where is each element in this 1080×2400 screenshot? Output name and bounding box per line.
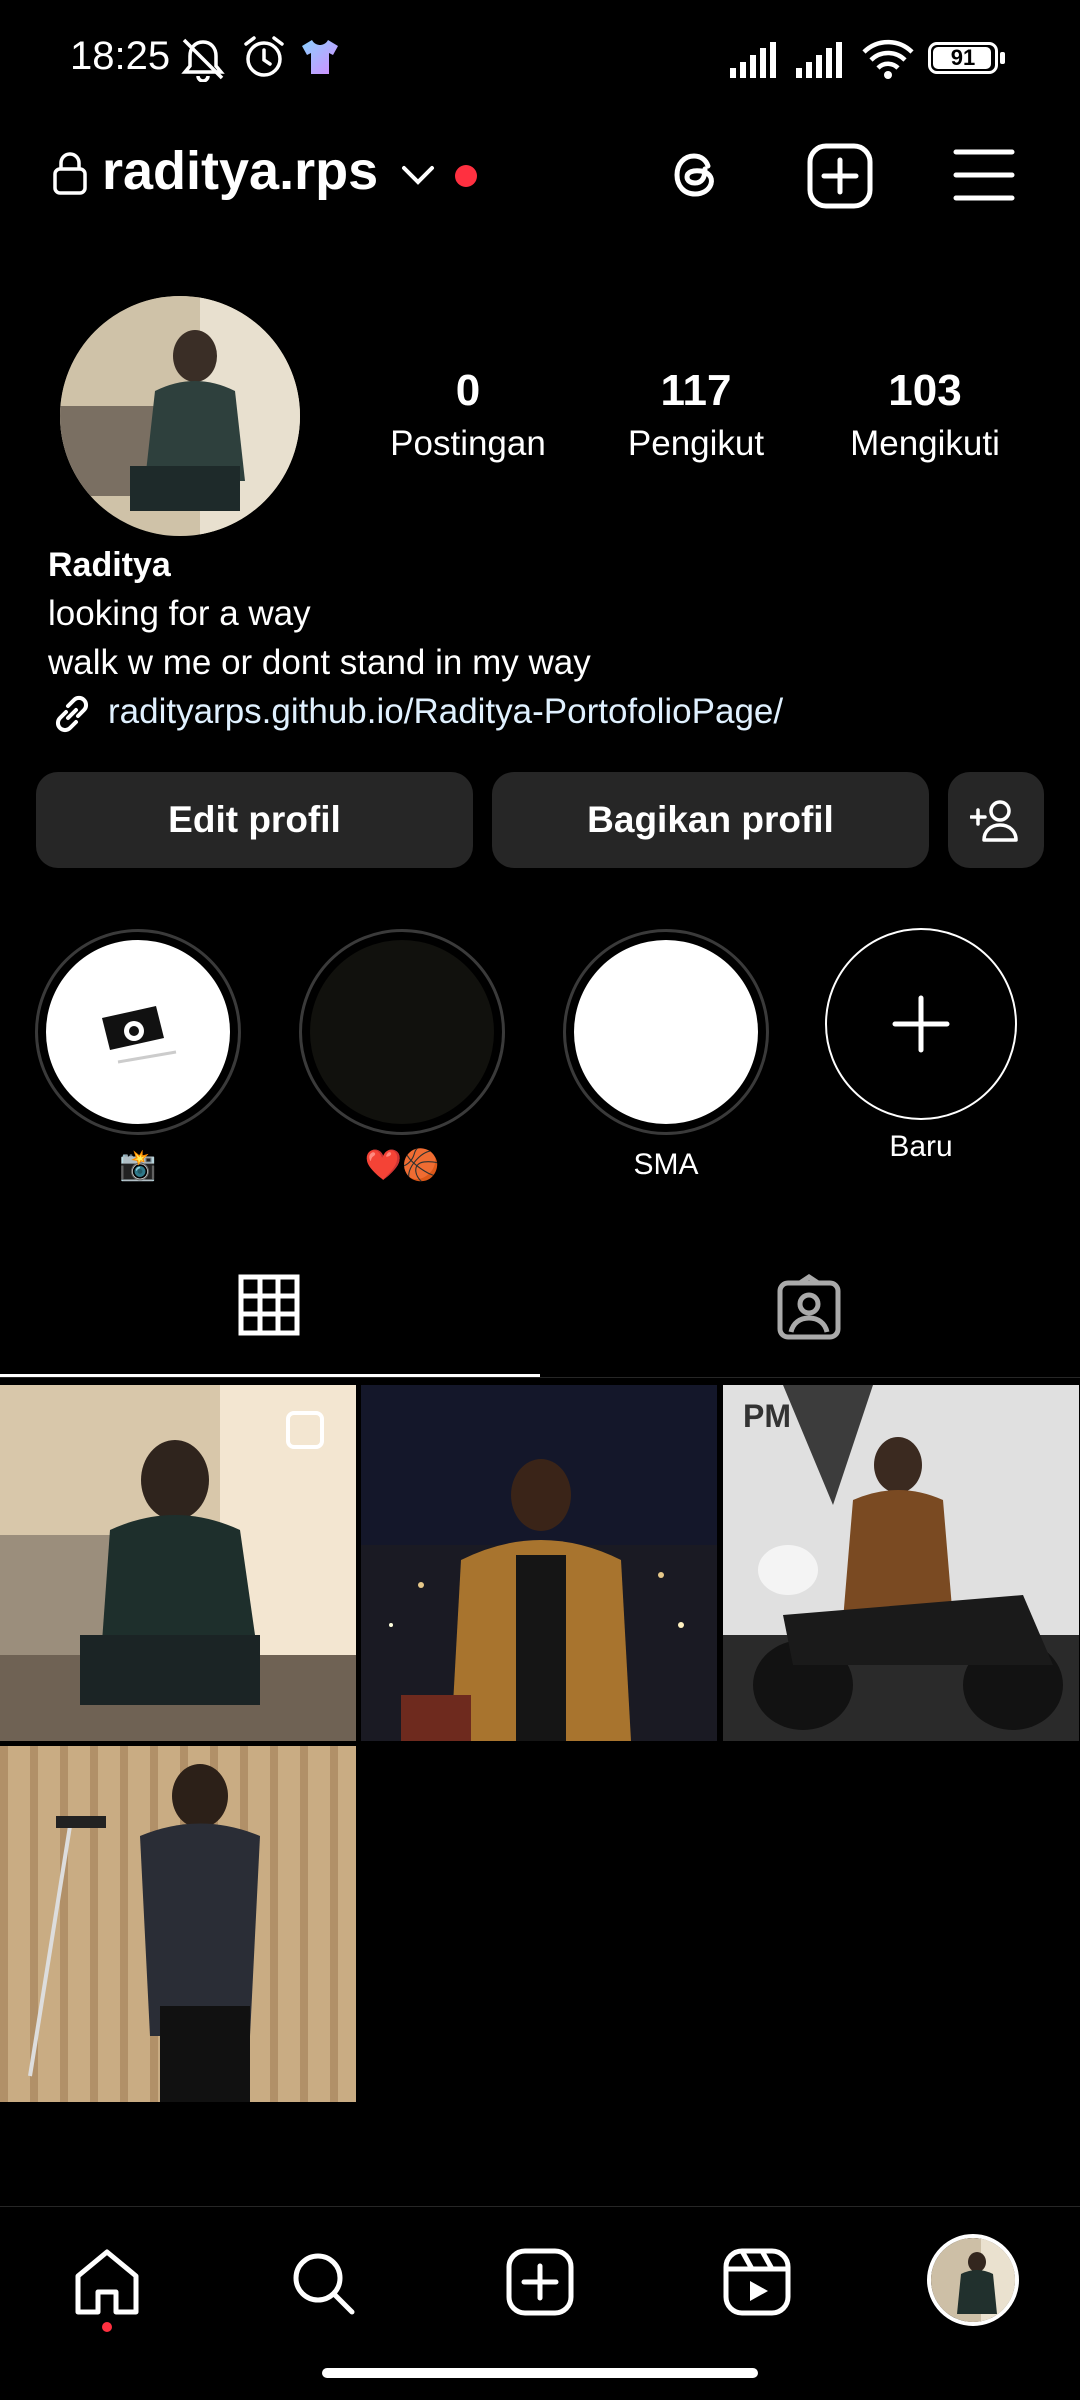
grid-icon[interactable] bbox=[238, 1274, 300, 1336]
alarm-icon bbox=[244, 36, 284, 77]
bio-line-1: looking for a way bbox=[48, 594, 311, 633]
add-post-icon[interactable] bbox=[806, 142, 874, 210]
home-icon[interactable] bbox=[72, 2246, 142, 2318]
bio-line-2: walk w me or dont stand in my way bbox=[48, 643, 591, 682]
chevron-down-icon[interactable] bbox=[398, 162, 438, 188]
signal-icon-2 bbox=[796, 42, 842, 78]
home-indicator[interactable] bbox=[322, 2368, 758, 2378]
stat-following-label: Mengikuti bbox=[850, 424, 1000, 463]
search-icon[interactable] bbox=[288, 2248, 358, 2318]
lock-icon bbox=[53, 152, 87, 195]
create-icon[interactable] bbox=[505, 2247, 575, 2317]
camera-icon bbox=[102, 1006, 177, 1064]
stat-posts[interactable]: 0 Postingan bbox=[358, 366, 578, 464]
stat-following[interactable]: 103 Mengikuti bbox=[815, 366, 1035, 464]
muted-bell-icon bbox=[181, 38, 225, 82]
wifi-icon bbox=[862, 39, 914, 79]
highlight-3-cover bbox=[574, 940, 758, 1124]
post-2[interactable] bbox=[361, 1385, 717, 1741]
link-icon bbox=[55, 695, 89, 733]
highlight-3-label: SMA bbox=[633, 1148, 699, 1181]
share-profile-button[interactable]: Bagikan profil bbox=[492, 772, 929, 868]
stat-followers-label: Pengikut bbox=[627, 424, 765, 463]
account-switcher-username[interactable]: raditya.rps bbox=[102, 140, 378, 202]
battery-indicator: 91 bbox=[928, 42, 998, 74]
add-person-icon bbox=[970, 800, 1018, 842]
battery-tip bbox=[1000, 52, 1005, 64]
highlight-2[interactable] bbox=[299, 929, 505, 1135]
tab-divider bbox=[0, 1377, 1080, 1378]
plus-icon bbox=[892, 995, 950, 1053]
home-notification-dot bbox=[102, 2322, 112, 2332]
app-notification-icon bbox=[302, 40, 338, 74]
stat-posts-count: 0 bbox=[455, 366, 481, 415]
stat-followers-count: 117 bbox=[660, 366, 732, 415]
signal-icon bbox=[730, 42, 776, 78]
tagged-icon[interactable] bbox=[776, 1274, 842, 1340]
post-3[interactable]: PM bbox=[723, 1385, 1079, 1741]
profile-avatar[interactable] bbox=[60, 296, 300, 536]
status-time: 18:25 bbox=[70, 34, 171, 78]
notification-dot bbox=[455, 165, 477, 187]
profile-avatar-nav[interactable] bbox=[927, 2234, 1019, 2326]
post-1[interactable] bbox=[0, 1385, 356, 1741]
highlight-3[interactable] bbox=[563, 929, 769, 1135]
svg-text:PM: PM bbox=[743, 1398, 791, 1434]
stat-following-count: 103 bbox=[888, 366, 962, 415]
reels-icon[interactable] bbox=[722, 2247, 792, 2317]
bio-link[interactable]: radityarps.github.io/Raditya-PortofolioP… bbox=[108, 692, 783, 732]
new-highlight-button[interactable] bbox=[825, 928, 1017, 1120]
stat-followers[interactable]: 117 Pengikut bbox=[586, 366, 806, 464]
highlight-1[interactable] bbox=[35, 929, 241, 1135]
status-bar: 18:25 91 bbox=[0, 0, 1080, 120]
discover-people-button[interactable] bbox=[948, 772, 1044, 868]
highlight-2-label: ❤️🏀 bbox=[364, 1149, 440, 1182]
post-4[interactable] bbox=[0, 1746, 356, 2102]
highlight-2-cover bbox=[310, 940, 494, 1124]
battery-level: 91 bbox=[950, 45, 976, 70]
edit-profile-button[interactable]: Edit profil bbox=[36, 772, 473, 868]
new-highlight-label: Baru bbox=[889, 1130, 953, 1163]
threads-icon[interactable] bbox=[662, 142, 728, 208]
profile-name: Raditya bbox=[48, 546, 171, 584]
menu-icon[interactable] bbox=[952, 146, 1016, 204]
highlight-1-cover bbox=[46, 940, 230, 1124]
highlight-1-label: 📸 bbox=[119, 1149, 157, 1182]
stat-posts-label: Postingan bbox=[390, 424, 546, 463]
